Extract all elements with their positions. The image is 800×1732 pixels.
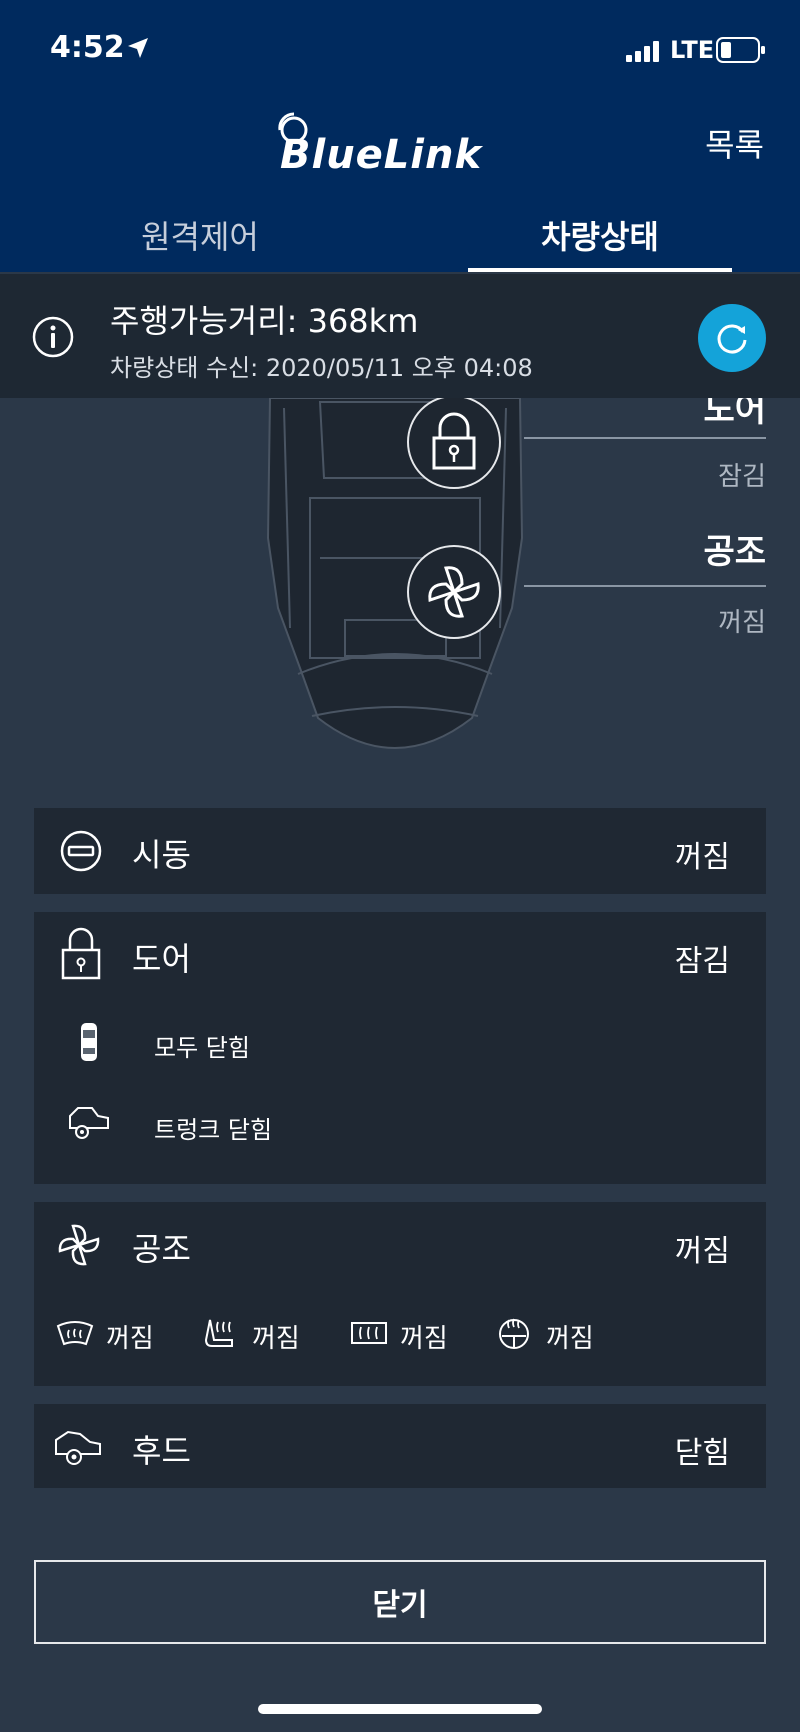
door-card: 도어 잠김 모두 닫힘 트렁크 닫힘 (34, 912, 766, 1184)
door-sub-trunk-closed: 트렁크 닫힘 (154, 1116, 273, 1144)
location-arrow-icon (128, 38, 148, 58)
door-lock-icon[interactable] (406, 394, 502, 490)
car-top-icon (81, 1023, 97, 1061)
status-bar: 4:52 LTE (0, 0, 800, 96)
signal-icon (626, 41, 659, 62)
ignition-title: 시동 (132, 836, 191, 874)
status-time: 4:52 (50, 30, 125, 65)
ignition-card: 시동 꺼짐 (34, 808, 766, 894)
climate-title: 공조 (132, 1230, 191, 1268)
range-info-bar: 주행가능거리: 368km 차량상태 수신: 2020/05/11 오후 04:… (0, 274, 800, 398)
tab-remote-control[interactable]: 원격제어 (60, 212, 340, 258)
close-button[interactable]: 닫기 (34, 1560, 766, 1644)
ac-leader-line (524, 585, 766, 587)
heated-seat-value: 꺼짐 (252, 1324, 300, 1354)
refresh-button[interactable] (698, 304, 766, 372)
car-trunk-icon (69, 1107, 109, 1139)
rear-defrost-icon (351, 1322, 387, 1344)
fan-icon[interactable] (406, 544, 502, 640)
refresh-icon (717, 324, 747, 354)
lock-icon (61, 927, 101, 980)
svg-text:BlueLink: BlueLink (280, 132, 483, 174)
car-hood-icon (55, 1430, 101, 1465)
door-value: 잠김 (674, 944, 730, 979)
battery-icon (716, 37, 765, 63)
heated-seat-icon (204, 1319, 233, 1347)
heated-steering-value: 꺼짐 (546, 1324, 594, 1354)
front-defrost-icon (56, 1321, 94, 1346)
home-indicator (258, 1704, 542, 1714)
panel-door-value: 잠김 (718, 462, 766, 492)
fan-icon (58, 1224, 100, 1266)
carrier-label: LTE (670, 36, 715, 64)
active-tab-indicator (468, 268, 732, 272)
driving-range: 주행가능거리: 368km (110, 302, 419, 340)
climate-value: 꺼짐 (674, 1234, 730, 1269)
info-icon[interactable] (32, 316, 74, 358)
panel-ac-title: 공조 (703, 532, 766, 572)
list-button[interactable]: 목록 (705, 120, 764, 166)
app-header: 4:52 LTE BlueLink 목록 원격제어 차량상태 (0, 0, 800, 272)
climate-card: 공조 꺼짐 꺼짐 꺼짐 꺼짐 꺼짐 (34, 1202, 766, 1386)
panel-ac-value: 꺼짐 (718, 608, 766, 638)
rear-defrost-value: 꺼짐 (400, 1324, 448, 1354)
door-sub-all-closed: 모두 닫힘 (154, 1034, 250, 1062)
hood-card: 후드 닫힘 (34, 1404, 766, 1488)
heated-steering-icon (499, 1318, 529, 1349)
front-defrost-value: 꺼짐 (106, 1324, 154, 1354)
tab-vehicle-status[interactable]: 차량상태 (468, 212, 732, 258)
door-title: 도어 (132, 940, 191, 978)
tab-bar: 원격제어 차량상태 (0, 196, 800, 272)
ignition-value: 꺼짐 (674, 840, 730, 875)
door-leader-line (524, 437, 766, 439)
status-received-time: 차량상태 수신: 2020/05/11 오후 04:08 (110, 354, 533, 382)
hood-title: 후드 (132, 1432, 191, 1470)
hood-value: 닫힘 (674, 1436, 730, 1471)
bluelink-logo: BlueLink (278, 112, 483, 174)
ignition-icon (60, 830, 102, 872)
